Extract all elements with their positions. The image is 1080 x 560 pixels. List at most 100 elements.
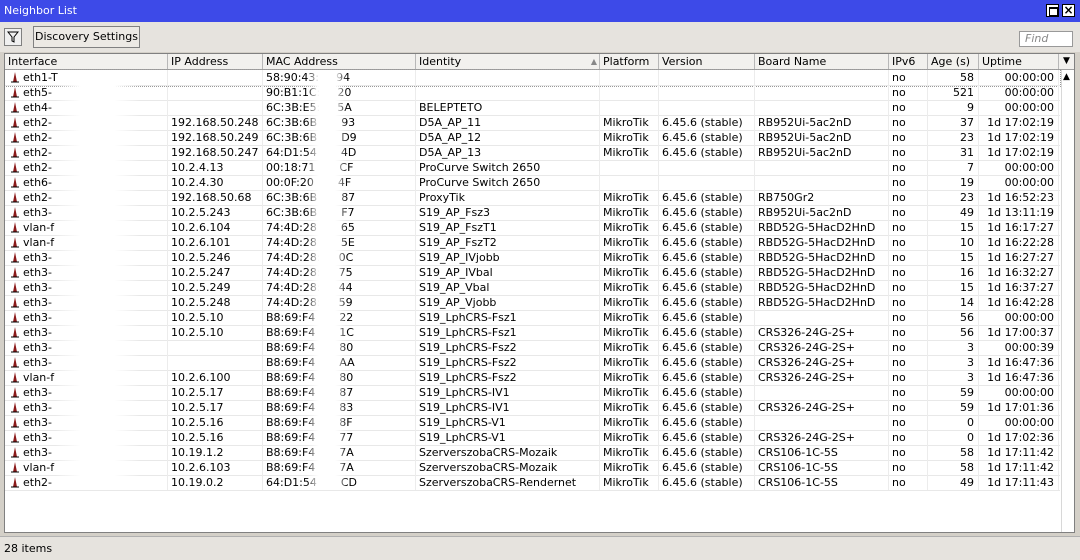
- identity-cell: S19_LphCRS-IV1: [416, 400, 600, 415]
- table-row[interactable]: eth3-10.2.5.10B8:69:F41CS19_LphCRS-Fsz1M…: [5, 325, 1060, 341]
- table-row[interactable]: eth3-10.19.1.2B8:69:F47ASzerverszobaCRS-…: [5, 445, 1060, 461]
- board-name-cell: RBD52G-5HacD2HnD: [755, 220, 889, 235]
- redaction-mask: [55, 220, 140, 235]
- table-row[interactable]: vlan-f 10.2.6.101 74:4D:28 5E S19_AP_FszT2 Mi…: [5, 235, 1060, 251]
- board-name-cell: CRS106-1C-5S: [755, 460, 889, 475]
- uptime-cell: 00:00:00: [979, 160, 1059, 175]
- table-row[interactable]: vlan-f10.2.6.100B8:69:F480S19_LphCRS-Fsz…: [5, 370, 1060, 386]
- vertical-scrollbar[interactable]: ▲: [1061, 70, 1074, 532]
- table-row[interactable]: eth3-10.2.5.24674:4D:28:40CS19_AP_IVjobb…: [5, 250, 1060, 266]
- maximize-icon[interactable]: [1046, 4, 1059, 17]
- identity-cell: SzerverszobaCRS-Rendernet: [416, 475, 600, 490]
- neighbor-icon: [11, 222, 19, 233]
- column-header-version[interactable]: Version: [659, 54, 755, 69]
- column-chooser-dropdown-icon[interactable]: ▼: [1059, 54, 1074, 69]
- table-row[interactable]: eth6-10.2.4.3000:0F:204FProCurve Switch …: [5, 175, 1060, 191]
- table-row[interactable]: eth3-10.2.5.17B8:69:F487S19_LphCRS-IV1Mi…: [5, 385, 1060, 401]
- table-row[interactable]: eth2- 192.168.50.68 6C:3B:6B 87 ProxyTik Mikr…: [5, 190, 1060, 206]
- interface-name: eth4-: [23, 101, 53, 114]
- version-cell: 6.45.6 (stable): [659, 325, 755, 340]
- redaction-mask: [55, 385, 140, 400]
- table-row[interactable]: eth5-90:B1:1C:20no52100:00:00: [5, 85, 1060, 101]
- neighbor-icon: [11, 102, 19, 113]
- ip-address-cell: 10.2.6.100: [168, 370, 263, 385]
- table-row[interactable]: eth2- 192.168.50.249 6C:3B:6B D9 D5A_AP_12 Mi…: [5, 130, 1060, 146]
- interface-name: eth2-: [23, 191, 53, 204]
- interface-name: eth2-: [23, 476, 53, 489]
- table-row[interactable]: eth3-10.2.5.24974:4D:28:444S19_AP_VbalMi…: [5, 280, 1060, 296]
- redaction-mask: [55, 205, 140, 220]
- interface-name: eth3-: [23, 401, 53, 414]
- platform-cell: MikroTik: [600, 475, 659, 490]
- filter-icon[interactable]: [4, 28, 22, 46]
- find-input[interactable]: Find: [1019, 31, 1073, 47]
- column-header-platform[interactable]: Platform: [600, 54, 659, 69]
- table-row[interactable]: eth2- 192.168.50.247 64:D1:54 4D D5A_AP_13 Mi…: [5, 145, 1060, 161]
- column-header-uptime[interactable]: Uptime: [979, 54, 1059, 69]
- interface-name: eth2-: [23, 131, 53, 144]
- discovery-settings-button[interactable]: Discovery Settings: [33, 26, 140, 48]
- redaction-mask: [55, 475, 140, 490]
- table-row[interactable]: eth2- 10.19.0.2 64:D1:54 CD SzerverszobaCRS-…: [5, 475, 1060, 491]
- platform-cell: MikroTik: [600, 370, 659, 385]
- column-header-interface[interactable]: Interface: [5, 54, 168, 69]
- column-header-mac-address[interactable]: MAC Address: [263, 54, 416, 69]
- column-header-board-name[interactable]: Board Name: [755, 54, 889, 69]
- board-name-cell: RBD52G-5HacD2HnD: [755, 265, 889, 280]
- redaction-mask: [55, 235, 140, 250]
- ip-address-cell: 10.2.5.243: [168, 205, 263, 220]
- ip-address-cell: 10.2.4.30: [168, 175, 263, 190]
- ipv6-cell: no: [889, 370, 928, 385]
- neighbor-icon: [11, 237, 19, 248]
- identity-cell: S19_AP_FszT2: [416, 235, 600, 250]
- interface-name: eth6-: [23, 176, 53, 189]
- version-cell: 6.45.6 (stable): [659, 295, 755, 310]
- table-row[interactable]: eth3-B8:69:F4AAS19_LphCRS-Fsz2MikroTik6.…: [5, 355, 1060, 371]
- table-row[interactable]: vlan-f 10.2.6.104 74:4D:28 65 S19_AP_FszT1 Mi…: [5, 220, 1060, 236]
- table-row[interactable]: eth3-B8:69:F480S19_LphCRS-Fsz2MikroTik6.…: [5, 340, 1060, 356]
- redaction-mask: [307, 400, 347, 415]
- version-cell: 6.45.6 (stable): [659, 370, 755, 385]
- board-name-cell: [755, 385, 889, 400]
- column-header-ip-address[interactable]: IP Address: [168, 54, 263, 69]
- table-row[interactable]: eth3-10.2.5.16B8:69:F477S19_LphCRS-V1Mik…: [5, 430, 1060, 446]
- table-row[interactable]: eth3- 10.2.5.243 6C:3B:6B F7 S19_AP_Fsz3 Mikr…: [5, 205, 1060, 221]
- column-header-ipv6[interactable]: IPv6: [889, 54, 928, 69]
- uptime-cell: 1d 17:00:37: [979, 325, 1059, 340]
- table-row[interactable]: eth3-10.2.5.24774:4D:28:475S19_AP_IVbalM…: [5, 265, 1060, 281]
- neighbor-icon: [11, 312, 19, 323]
- column-header-age[interactable]: Age (s): [928, 54, 979, 69]
- redaction-mask: [55, 190, 140, 205]
- neighbor-icon: [11, 387, 19, 398]
- table-row[interactable]: eth3-10.2.5.17B8:69:F483S19_LphCRS-IV1Mi…: [5, 400, 1060, 416]
- table-row[interactable]: eth1-T58:90:43:94no5800:00:00: [5, 69, 1061, 87]
- redaction-mask: [307, 160, 347, 175]
- table-row[interactable]: eth3-10.2.5.24874:4D:28:459S19_AP_VjobbM…: [5, 295, 1060, 311]
- table-row[interactable]: eth2-10.2.4.1300:18:71CFProCurve Switch …: [5, 160, 1060, 176]
- uptime-cell: 00:00:00: [979, 415, 1059, 430]
- table-row[interactable]: vlan-f10.2.6.103B8:69:F47ASzerverszobaCR…: [5, 460, 1060, 476]
- interface-name: eth2-: [23, 116, 53, 129]
- table-row[interactable]: eth4-6C:3B:E5:5ABELEPTETOno900:00:00: [5, 100, 1060, 116]
- board-name-cell: CRS106-1C-5S: [755, 475, 889, 490]
- redaction-mask: [307, 385, 347, 400]
- redaction-mask: [55, 310, 140, 325]
- platform-cell: MikroTik: [600, 235, 659, 250]
- interface-name: vlan-f: [23, 371, 55, 384]
- identity-cell: ProxyTik: [416, 190, 600, 205]
- table-row[interactable]: eth3-10.2.5.10B8:69:F422S19_LphCRS-Fsz1M…: [5, 310, 1060, 326]
- uptime-cell: 1d 17:11:42: [979, 460, 1059, 475]
- identity-cell: S19_LphCRS-Fsz2: [416, 355, 600, 370]
- neighbor-icon: [11, 87, 19, 98]
- close-icon[interactable]: ×: [1062, 4, 1075, 17]
- table-row[interactable]: eth3-10.2.5.16B8:69:F48FS19_LphCRS-V1Mik…: [5, 415, 1060, 431]
- neighbor-icon: [11, 192, 19, 203]
- platform-cell: MikroTik: [600, 415, 659, 430]
- platform-cell: [600, 160, 659, 175]
- table-row[interactable]: eth2- 192.168.50.248 6C:3B:6B 93 D5A_AP_11 Mi…: [5, 115, 1060, 131]
- redaction-mask: [55, 415, 140, 430]
- version-cell: [659, 175, 755, 190]
- scroll-up-arrow-icon[interactable]: ▲: [1063, 72, 1070, 82]
- board-name-cell: [755, 175, 889, 190]
- column-header-identity[interactable]: Identity ▲: [416, 54, 600, 69]
